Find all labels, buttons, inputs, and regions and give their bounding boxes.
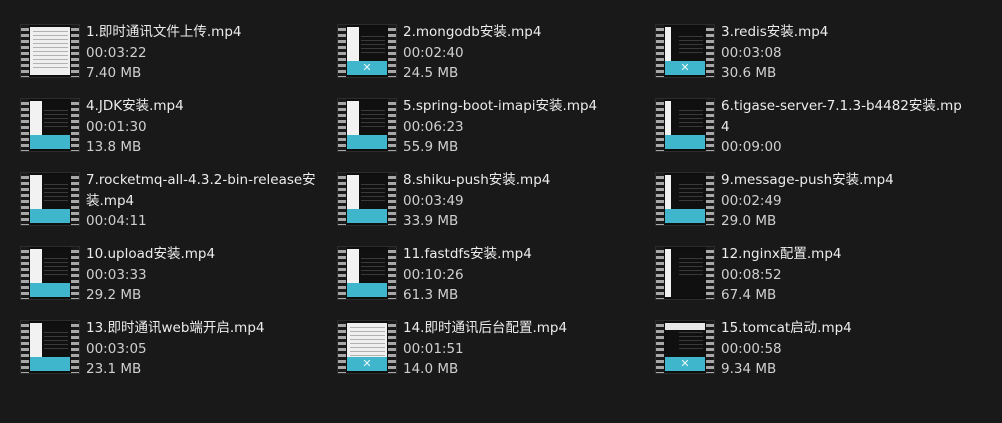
video-thumbnail-icon [655,172,715,226]
file-name: 10.upload安装.mp4 [86,246,216,262]
file-item[interactable]: ✕ 3.redis安装.mp4 00:03:08 30.6 MB [655,22,965,90]
file-item[interactable]: 13.即时通讯web端开启.mp4 00:03:05 23.1 MB [20,318,330,386]
file-item[interactable]: 1.即时通讯文件上传.mp4 00:03:22 7.40 MB [20,22,330,90]
x-mark-icon: ✕ [362,357,372,370]
file-name: 12.nginx配置.mp4 [721,246,842,262]
file-duration: 00:02:49 [721,192,782,209]
video-thumbnail-icon [20,172,80,226]
file-item[interactable]: 5.spring-boot-imapi安装.mp4 00:06:23 55.9 … [337,96,647,164]
file-name: 4.JDK安装.mp4 [86,98,184,114]
file-size: 33.9 MB [403,213,459,229]
file-name: 1.即时通讯文件上传.mp4 [86,24,242,40]
file-size: 13.8 MB [86,139,142,155]
video-thumbnail-icon [337,98,397,152]
file-item[interactable]: 6.tigase-server-7.1.3-b4482安装.mp4 00:09:… [655,96,965,164]
file-size: 61.3 MB [403,287,459,303]
file-item[interactable]: 8.shiku-push安装.mp4 00:03:49 33.9 MB [337,170,647,238]
file-duration: 00:01:51 [403,340,464,357]
file-item[interactable]: ✕ 15.tomcat启动.mp4 00:00:58 9.34 MB [655,318,965,386]
file-size: 24.5 MB [403,65,459,81]
file-duration: 00:02:40 [403,44,464,61]
x-mark-icon: ✕ [680,61,690,74]
file-duration: 00:03:33 [86,266,147,283]
file-name: 5.spring-boot-imapi安装.mp4 [403,98,598,114]
video-thumbnail-icon [20,320,80,374]
file-name: 8.shiku-push安装.mp4 [403,172,551,188]
file-size: 23.1 MB [86,361,142,377]
file-item[interactable]: 7.rocketmq-all-4.3.2-bin-release安装.mp4 0… [20,170,330,238]
file-item[interactable]: 10.upload安装.mp4 00:03:33 29.2 MB [20,244,330,312]
file-name: 3.redis安装.mp4 [721,24,829,40]
file-name: 9.message-push安装.mp4 [721,172,894,188]
video-thumbnail-icon [20,98,80,152]
video-thumbnail-icon: ✕ [337,24,397,78]
file-name: 2.mongodb安装.mp4 [403,24,542,40]
file-size: 9.34 MB [721,361,777,377]
file-duration: 00:03:49 [403,192,464,209]
video-thumbnail-icon [655,98,715,152]
video-thumbnail-icon [655,246,715,300]
file-grid: 1.即时通讯文件上传.mp4 00:03:22 7.40 MB ✕ 2.mong… [0,0,1002,423]
file-name: 14.即时通讯后台配置.mp4 [403,320,568,336]
video-thumbnail-icon [20,24,80,78]
file-size: 7.40 MB [86,65,142,81]
file-name: 7.rocketmq-all-4.3.2-bin-release安装.mp4 [86,172,316,209]
file-size: 30.6 MB [721,65,777,81]
video-thumbnail-icon [337,172,397,226]
file-duration: 00:09:00 [721,139,782,155]
file-duration: 00:04:11 [86,213,147,229]
file-name: 6.tigase-server-7.1.3-b4482安装.mp4 [721,98,962,135]
file-item[interactable]: 4.JDK安装.mp4 00:01:30 13.8 MB [20,96,330,164]
file-item[interactable]: 9.message-push安装.mp4 00:02:49 29.0 MB [655,170,965,238]
file-size: 29.0 MB [721,213,777,229]
file-item[interactable]: 12.nginx配置.mp4 00:08:52 67.4 MB [655,244,965,312]
video-thumbnail-icon: ✕ [337,320,397,374]
video-thumbnail-icon [20,246,80,300]
x-mark-icon: ✕ [680,357,690,370]
file-item[interactable]: ✕ 2.mongodb安装.mp4 00:02:40 24.5 MB [337,22,647,90]
file-duration: 00:03:08 [721,44,782,61]
video-thumbnail-icon: ✕ [655,320,715,374]
file-duration: 00:03:05 [86,340,147,357]
file-size: 14.0 MB [403,361,459,377]
file-duration: 00:06:23 [403,118,464,135]
file-duration: 00:10:26 [403,266,464,283]
file-duration: 00:00:58 [721,340,782,357]
file-item[interactable]: ✕ 14.即时通讯后台配置.mp4 00:01:51 14.0 MB [337,318,647,386]
x-mark-icon: ✕ [362,61,372,74]
video-thumbnail-icon: ✕ [655,24,715,78]
file-item[interactable]: 11.fastdfs安装.mp4 00:10:26 61.3 MB [337,244,647,312]
file-name: 15.tomcat启动.mp4 [721,320,852,336]
video-thumbnail-icon [337,246,397,300]
file-name: 13.即时通讯web端开启.mp4 [86,320,265,336]
file-name: 11.fastdfs安装.mp4 [403,246,532,262]
file-duration: 00:08:52 [721,266,782,283]
file-duration: 00:03:22 [86,44,147,61]
file-size: 67.4 MB [721,287,777,303]
file-duration: 00:01:30 [86,118,147,135]
file-size: 55.9 MB [403,139,459,155]
file-size: 29.2 MB [86,287,142,303]
